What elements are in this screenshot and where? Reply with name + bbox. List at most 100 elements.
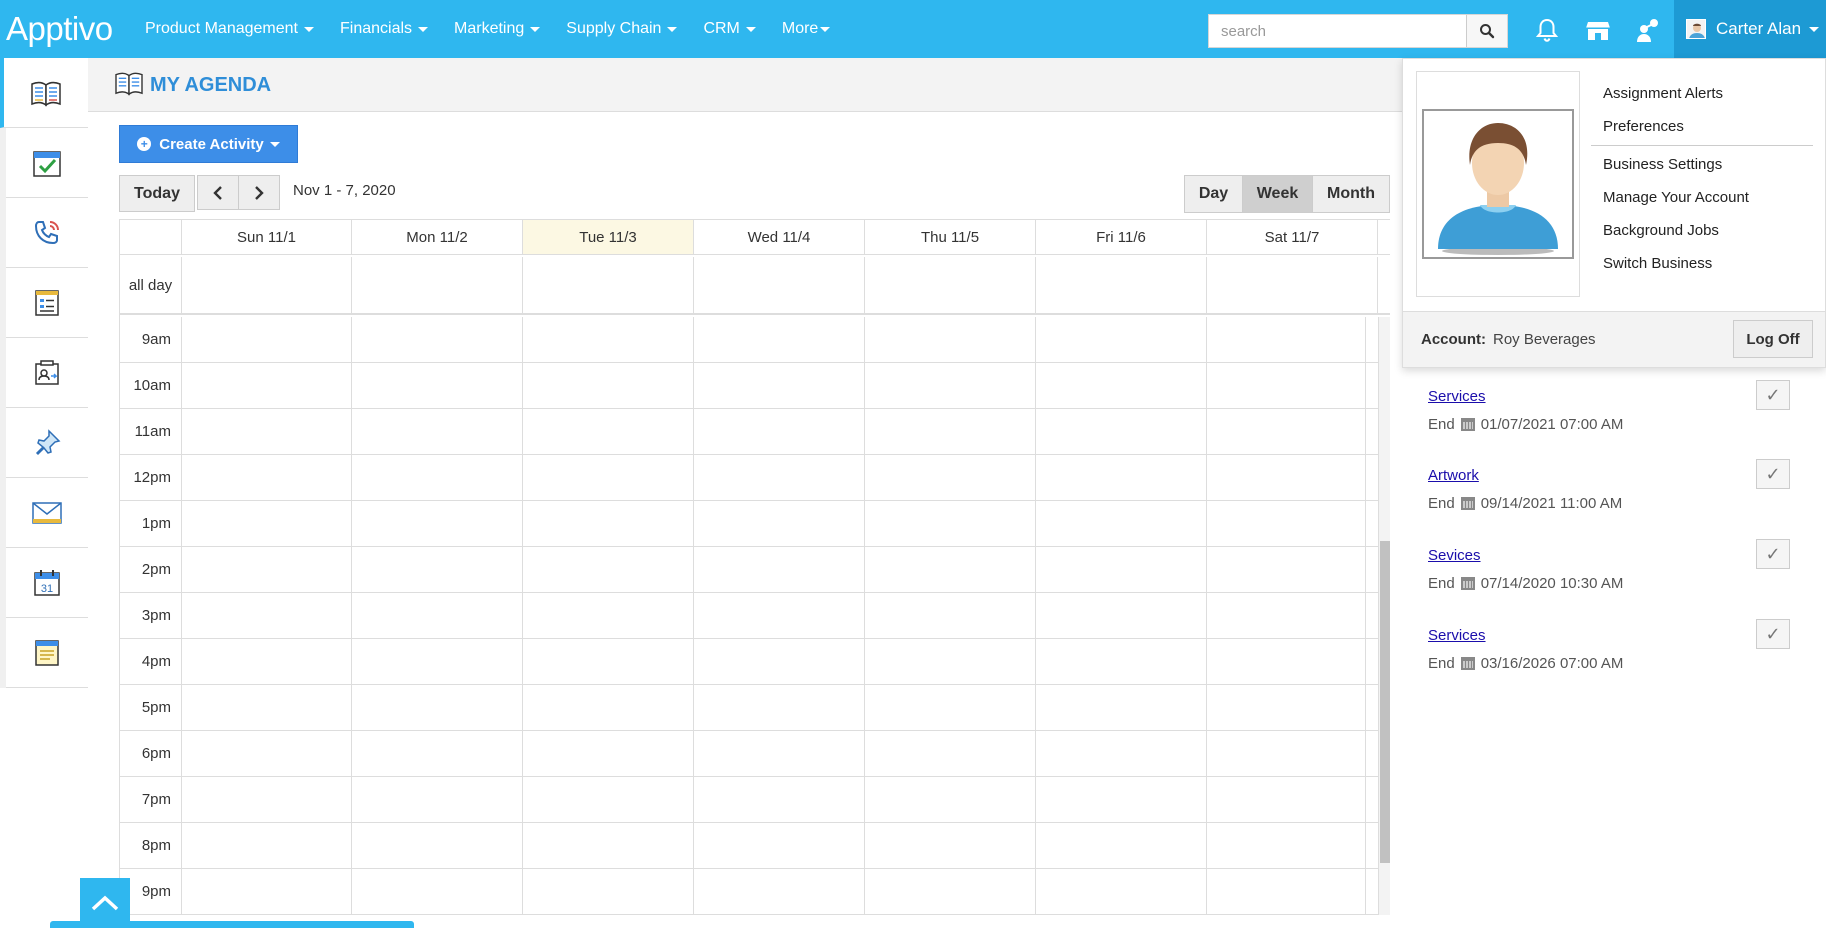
time-slot[interactable]	[1036, 317, 1207, 362]
allday-cell[interactable]	[1207, 257, 1378, 313]
nav-product-management[interactable]: Product Management	[145, 20, 314, 38]
time-slot[interactable]	[865, 685, 1036, 730]
time-slot[interactable]	[1036, 823, 1207, 868]
time-slot[interactable]	[182, 731, 352, 776]
time-slot[interactable]	[694, 685, 865, 730]
nav-financials[interactable]: Financials	[340, 20, 429, 38]
time-slot[interactable]	[694, 639, 865, 684]
sidebar-item-agenda[interactable]	[0, 58, 88, 128]
time-slot[interactable]	[352, 501, 523, 546]
time-slot[interactable]	[182, 777, 352, 822]
time-slot[interactable]	[694, 317, 865, 362]
day-header-today[interactable]: Tue 11/3	[523, 220, 694, 254]
allday-cell[interactable]	[694, 257, 865, 313]
time-slot[interactable]	[1207, 777, 1366, 822]
time-slot[interactable]	[523, 685, 694, 730]
menu-manage-account[interactable]: Manage Your Account	[1591, 181, 1813, 214]
time-slot[interactable]	[523, 731, 694, 776]
allday-cell[interactable]	[1036, 257, 1207, 313]
time-slot[interactable]	[1207, 869, 1366, 914]
task-title-link[interactable]: Sevices	[1428, 547, 1481, 564]
profile-photo[interactable]	[1422, 109, 1574, 259]
time-slot[interactable]	[1207, 363, 1366, 408]
time-slot[interactable]	[182, 823, 352, 868]
time-slot[interactable]	[182, 639, 352, 684]
prev-week-button[interactable]	[197, 175, 239, 210]
time-slot[interactable]	[352, 639, 523, 684]
allday-cell[interactable]	[182, 257, 352, 313]
task-title-link[interactable]: Services	[1428, 388, 1486, 405]
time-slot[interactable]	[352, 409, 523, 454]
day-header[interactable]: Mon 11/2	[352, 220, 523, 254]
time-slot[interactable]	[523, 869, 694, 914]
time-slot[interactable]	[352, 547, 523, 592]
sidebar-item-calls[interactable]	[6, 198, 88, 268]
time-slot[interactable]	[182, 501, 352, 546]
time-slot[interactable]	[523, 317, 694, 362]
time-slot[interactable]	[1036, 455, 1207, 500]
allday-cell[interactable]	[352, 257, 523, 313]
nav-supply-chain[interactable]: Supply Chain	[566, 20, 678, 38]
search-button[interactable]	[1466, 15, 1507, 47]
time-slot[interactable]	[865, 547, 1036, 592]
time-slot[interactable]	[694, 593, 865, 638]
search-input[interactable]	[1209, 15, 1466, 47]
calendar-scrollbar[interactable]	[1378, 317, 1390, 915]
time-slot[interactable]	[182, 455, 352, 500]
time-slot[interactable]	[865, 409, 1036, 454]
today-button[interactable]: Today	[119, 175, 195, 212]
nav-crm[interactable]: CRM	[703, 20, 756, 38]
time-slot[interactable]	[182, 685, 352, 730]
time-slot[interactable]	[523, 777, 694, 822]
time-slot[interactable]	[1207, 317, 1366, 362]
time-slot[interactable]	[523, 363, 694, 408]
sidebar-item-calendar[interactable]: 31	[6, 548, 88, 618]
store-button[interactable]	[1584, 16, 1612, 44]
time-slot[interactable]	[694, 869, 865, 914]
logoff-button[interactable]: Log Off	[1733, 320, 1813, 358]
time-slot[interactable]	[694, 363, 865, 408]
time-slot[interactable]	[1036, 501, 1207, 546]
time-slot[interactable]	[352, 869, 523, 914]
time-slot[interactable]	[694, 731, 865, 776]
time-slot[interactable]	[182, 869, 352, 914]
user-menu-button[interactable]: Carter Alan	[1674, 0, 1826, 58]
time-slot[interactable]	[1207, 547, 1366, 592]
day-header[interactable]: Sat 11/7	[1207, 220, 1378, 254]
time-slot[interactable]	[865, 639, 1036, 684]
time-slot[interactable]	[694, 777, 865, 822]
time-slot[interactable]	[1207, 409, 1366, 454]
time-slot[interactable]	[1207, 501, 1366, 546]
time-slot[interactable]	[694, 547, 865, 592]
time-slot[interactable]	[865, 593, 1036, 638]
sidebar-item-pins[interactable]	[6, 408, 88, 478]
complete-task-button[interactable]: ✓	[1756, 459, 1790, 489]
connections-button[interactable]	[1634, 16, 1662, 44]
next-week-button[interactable]	[238, 175, 280, 210]
time-slot[interactable]	[182, 547, 352, 592]
time-slot[interactable]	[352, 317, 523, 362]
view-day-button[interactable]: Day	[1185, 176, 1243, 212]
day-header[interactable]: Wed 11/4	[694, 220, 865, 254]
time-slot[interactable]	[1207, 593, 1366, 638]
time-slot[interactable]	[182, 593, 352, 638]
time-slot[interactable]	[1036, 731, 1207, 776]
task-title-link[interactable]: Services	[1428, 627, 1486, 644]
app-logo[interactable]: Apptivo	[6, 10, 113, 48]
time-slot[interactable]	[182, 409, 352, 454]
sidebar-item-tasks[interactable]	[6, 128, 88, 198]
time-slot[interactable]	[1036, 685, 1207, 730]
time-slot[interactable]	[1036, 593, 1207, 638]
menu-preferences[interactable]: Preferences	[1591, 110, 1813, 143]
time-slot[interactable]	[523, 547, 694, 592]
time-slot[interactable]	[865, 869, 1036, 914]
time-slot[interactable]	[865, 363, 1036, 408]
sidebar-item-contacts[interactable]	[6, 338, 88, 408]
time-slot[interactable]	[1207, 685, 1366, 730]
time-slot[interactable]	[523, 409, 694, 454]
time-slot[interactable]	[523, 823, 694, 868]
time-slot[interactable]	[1036, 639, 1207, 684]
time-slot[interactable]	[352, 731, 523, 776]
complete-task-button[interactable]: ✓	[1756, 539, 1790, 569]
time-slot[interactable]	[1036, 777, 1207, 822]
